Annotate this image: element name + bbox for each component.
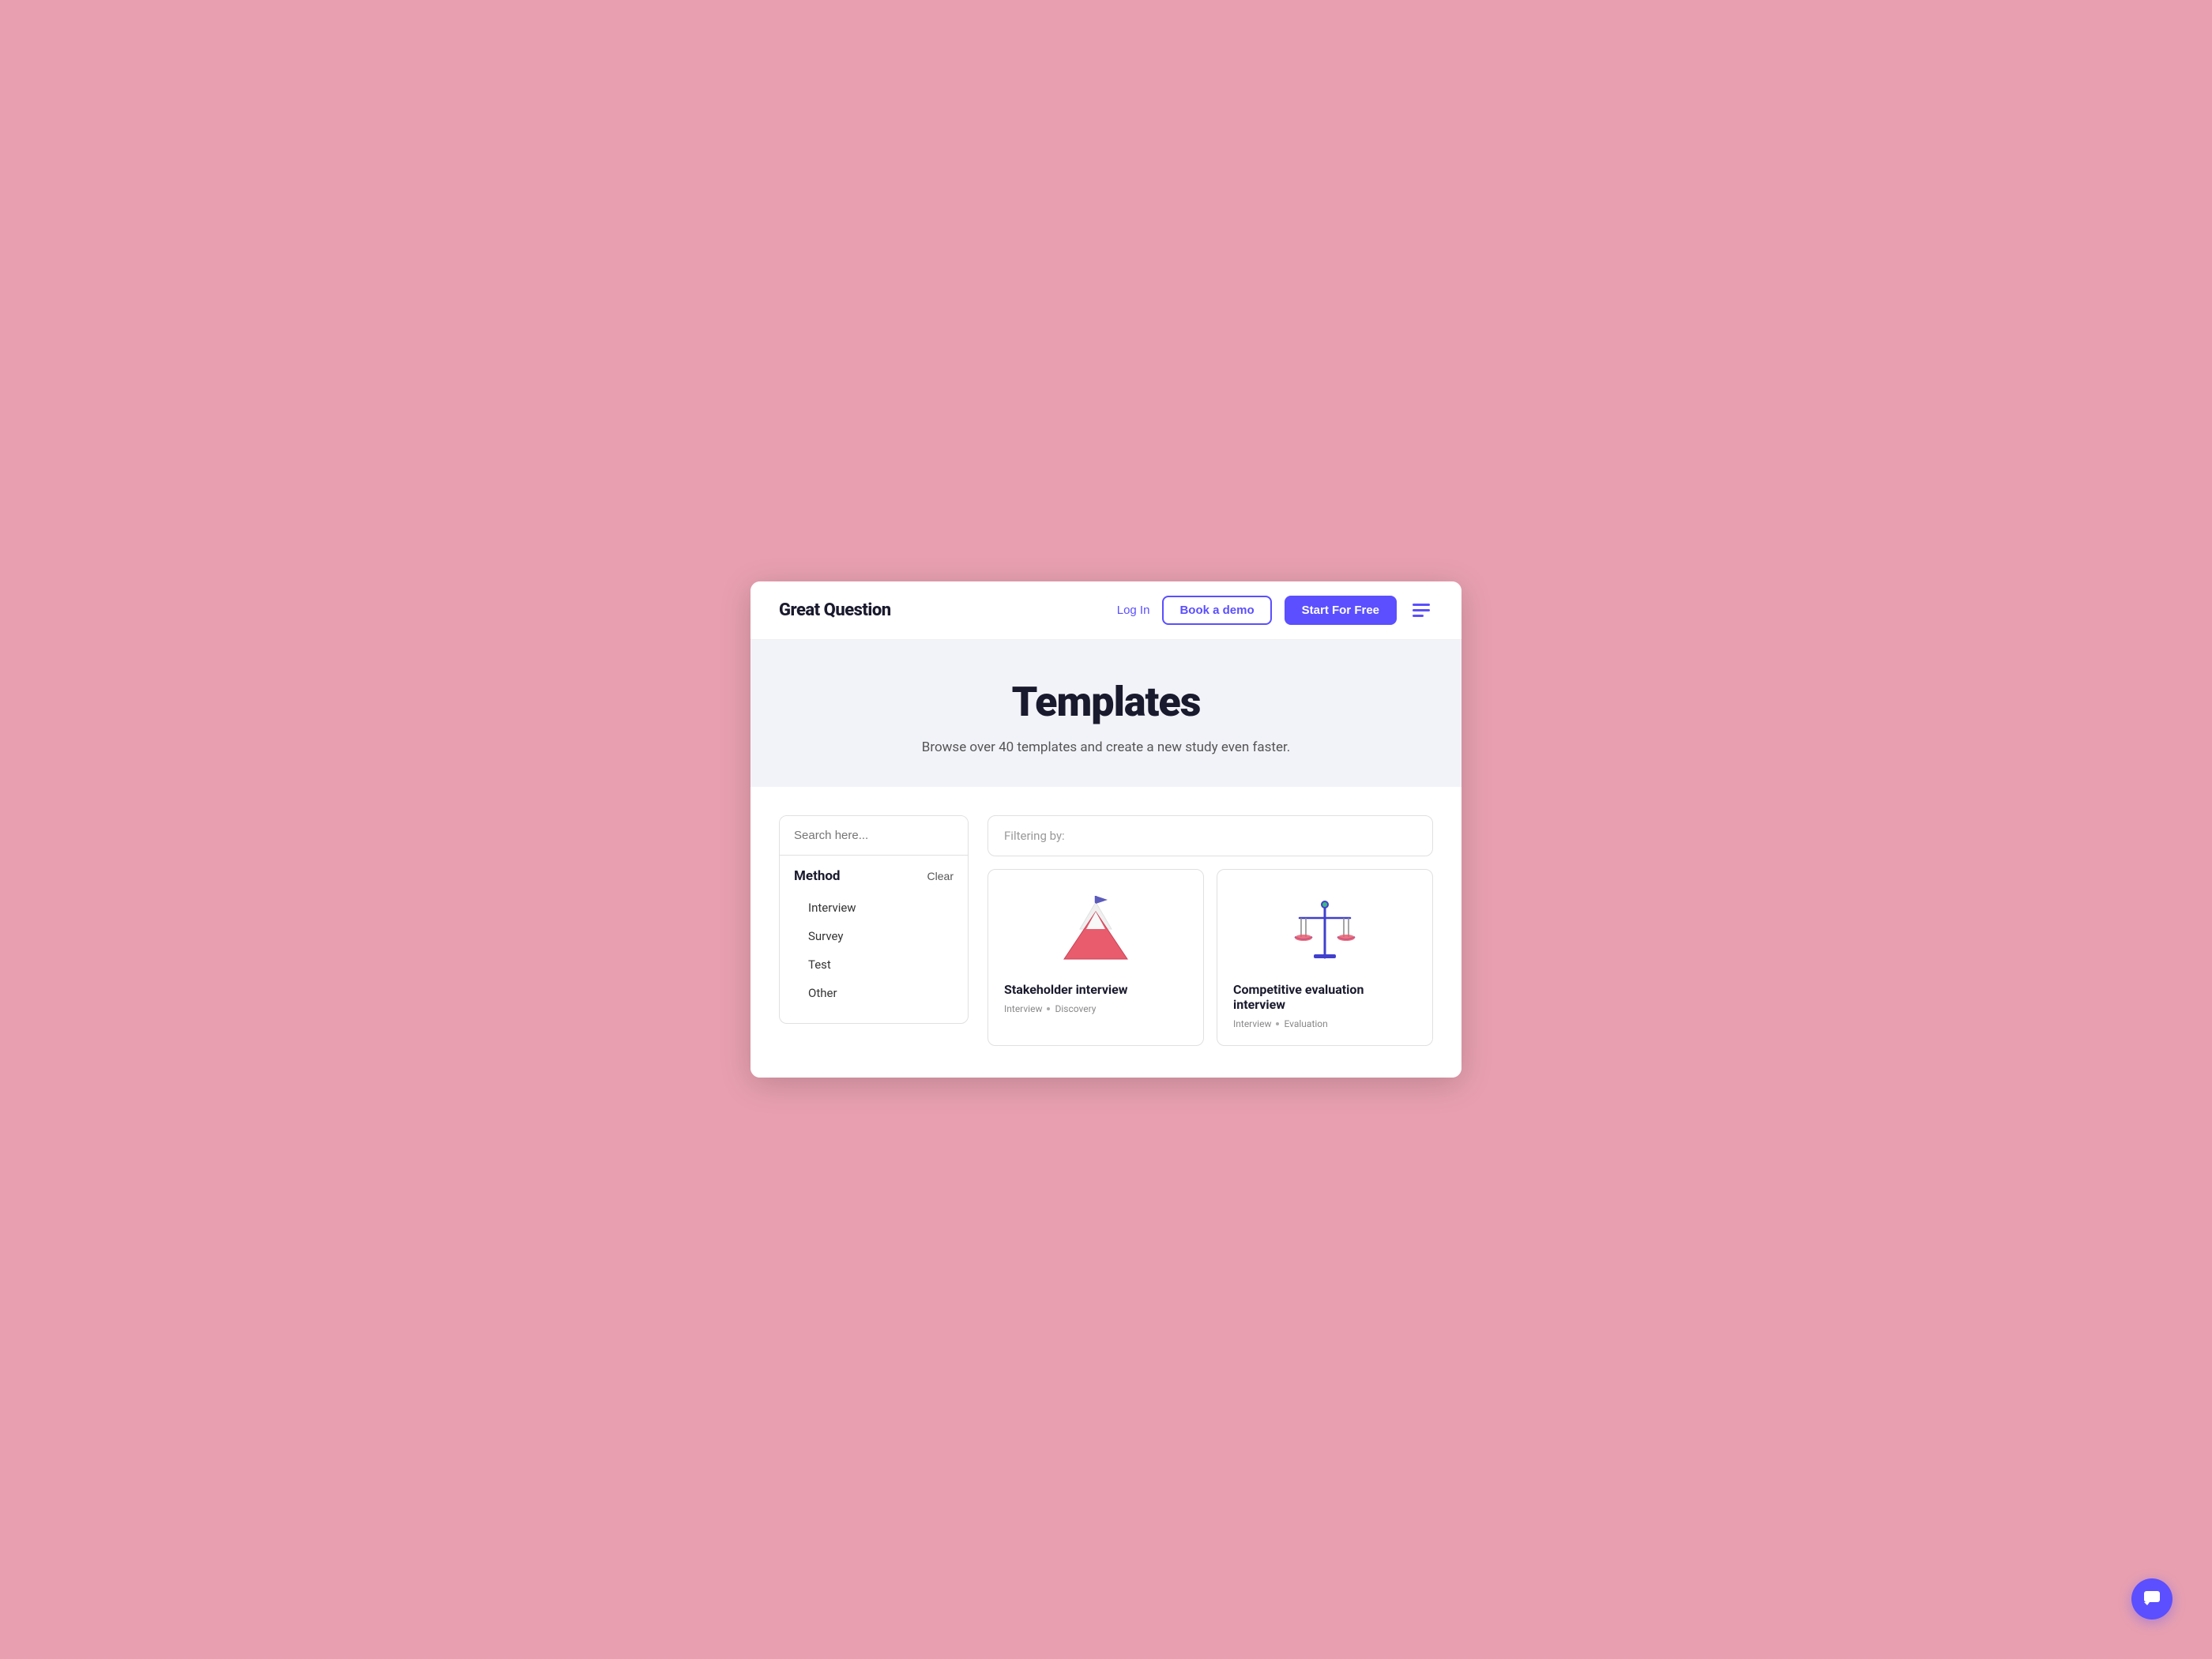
card-icon-scales: [1233, 892, 1416, 971]
logo: Great Question: [779, 600, 891, 620]
hamburger-menu[interactable]: [1409, 600, 1433, 620]
filter-bar: Filtering by:: [988, 815, 1433, 856]
sidebar-item-survey[interactable]: Survey: [794, 922, 954, 950]
template-card-competitive[interactable]: Competitive evaluation interview Intervi…: [1217, 869, 1433, 1046]
template-card-stakeholder[interactable]: Stakeholder interview Interview Discover…: [988, 869, 1204, 1046]
sidebar: Method Clear Interview Survey Test Other: [779, 815, 969, 1024]
tag-dot-2: [1276, 1022, 1279, 1025]
sidebar-item-test[interactable]: Test: [794, 950, 954, 979]
login-button[interactable]: Log In: [1117, 604, 1150, 617]
card-title-1: Stakeholder interview: [1004, 982, 1187, 997]
navbar: Great Question Log In Book a demo Start …: [750, 581, 1462, 640]
tag-interview: Interview: [1004, 1003, 1042, 1014]
clear-button[interactable]: Clear: [927, 870, 954, 882]
tag-dot: [1047, 1007, 1050, 1010]
card-icon-mountain: [1004, 892, 1187, 971]
hero-title: Templates: [782, 678, 1430, 726]
card-tags-2: Interview Evaluation: [1233, 1018, 1416, 1029]
start-free-button[interactable]: Start For Free: [1285, 596, 1397, 625]
card-title-2: Competitive evaluation interview: [1233, 982, 1416, 1012]
card-tags-1: Interview Discovery: [1004, 1003, 1187, 1014]
tag-discovery: Discovery: [1055, 1003, 1096, 1014]
sidebar-method-section: Method Clear Interview Survey Test Other: [780, 856, 968, 1023]
cards-grid: Stakeholder interview Interview Discover…: [988, 869, 1433, 1046]
browser-window: Great Question Log In Book a demo Start …: [750, 581, 1462, 1078]
tag-interview-2: Interview: [1233, 1018, 1271, 1029]
sidebar-method-header: Method Clear: [794, 868, 954, 884]
search-input[interactable]: [780, 816, 968, 856]
method-label: Method: [794, 868, 841, 884]
chat-button[interactable]: [2131, 1578, 2172, 1620]
hero-subtitle: Browse over 40 templates and create a ne…: [916, 737, 1296, 758]
sidebar-item-other[interactable]: Other: [794, 979, 954, 1007]
sidebar-item-interview[interactable]: Interview: [794, 893, 954, 922]
tag-evaluation: Evaluation: [1284, 1018, 1327, 1029]
book-demo-button[interactable]: Book a demo: [1162, 596, 1271, 625]
main-content: Filtering by:: [988, 815, 1433, 1046]
filter-label: Filtering by:: [1004, 829, 1065, 843]
hero-section: Templates Browse over 40 templates and c…: [750, 640, 1462, 787]
content-area: Method Clear Interview Survey Test Other…: [750, 787, 1462, 1078]
sidebar-items-list: Interview Survey Test Other: [794, 893, 954, 1017]
nav-actions: Log In Book a demo Start For Free: [1117, 596, 1433, 625]
